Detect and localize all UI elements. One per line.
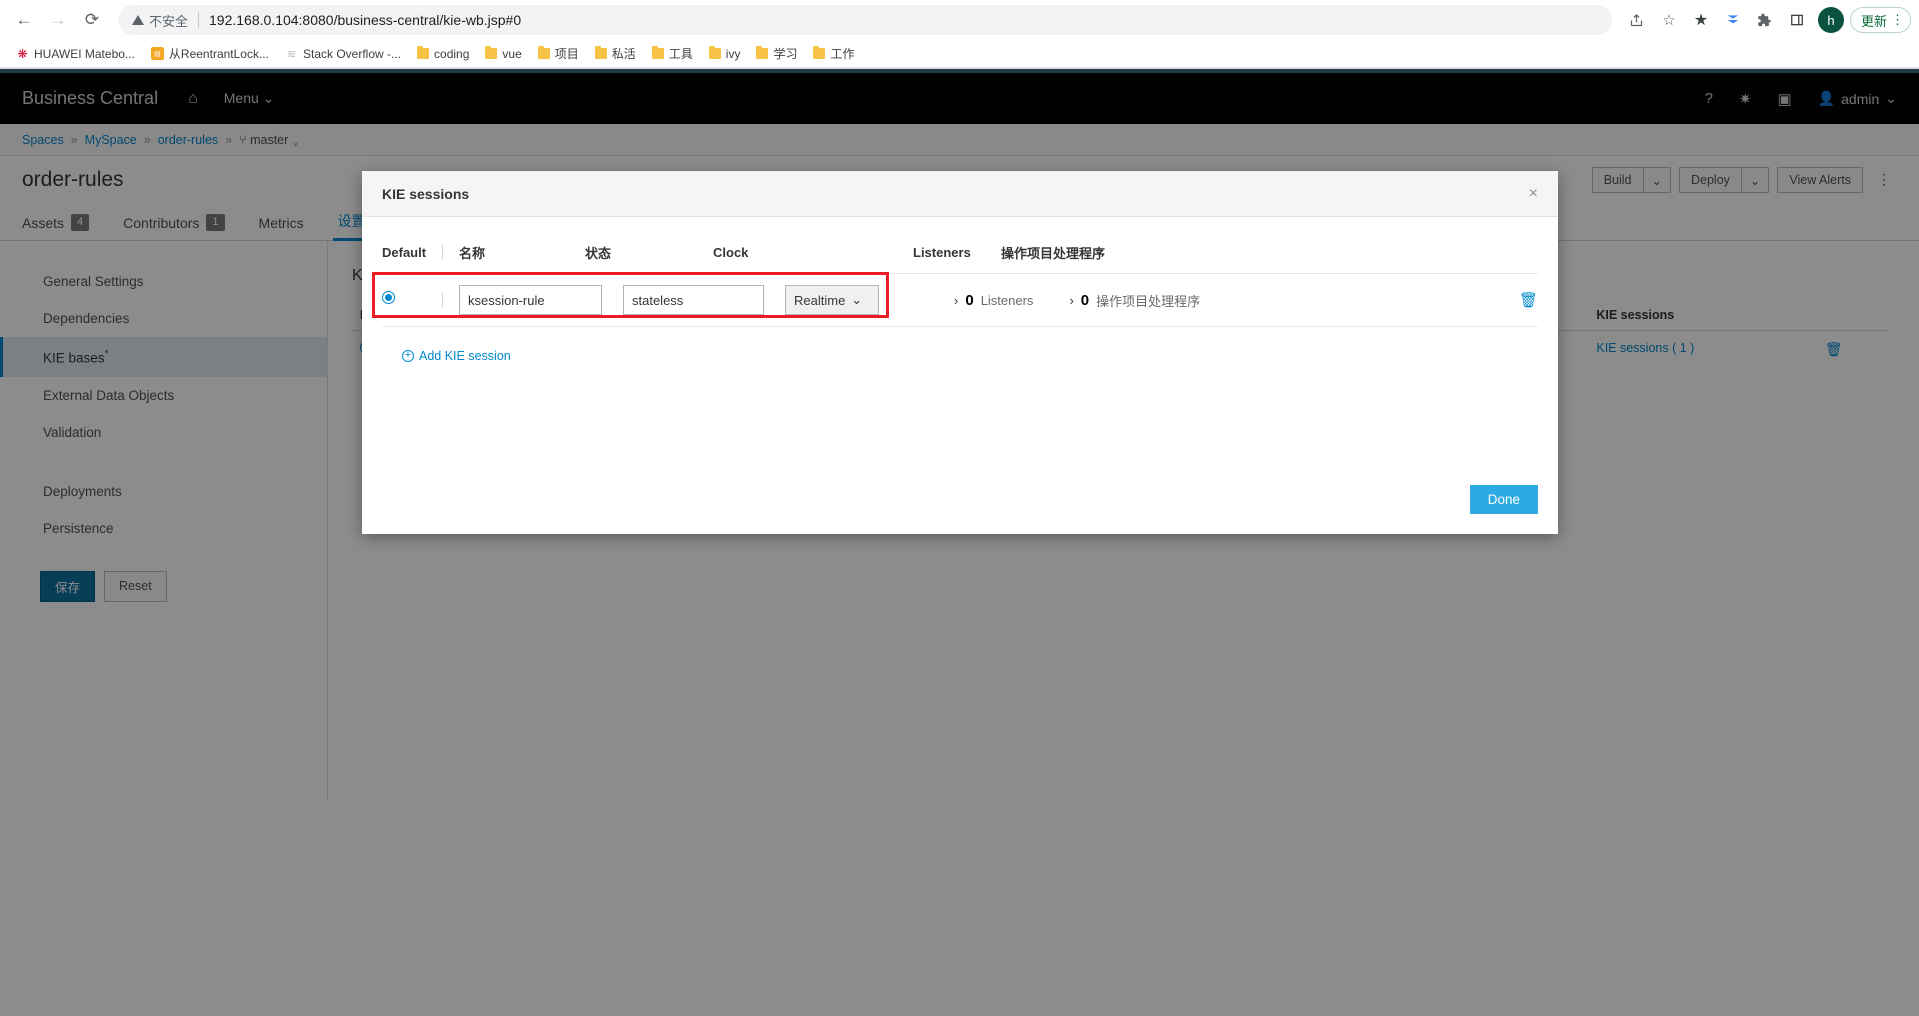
folder-icon — [756, 48, 768, 59]
not-secure-indicator[interactable]: 不安全 — [132, 11, 188, 30]
browser-actions: ☆ ★ h 更新 ⋮ — [1622, 5, 1911, 35]
bookmark-label: 学习 — [773, 45, 797, 62]
add-kie-session-link[interactable]: + Add KIE session — [402, 349, 511, 363]
bookmark-item[interactable]: 项目 — [532, 43, 585, 64]
modal-footer: Done — [362, 467, 1558, 534]
header-name: 名称 — [459, 243, 585, 262]
bookmark-star-icon[interactable]: ☆ — [1654, 5, 1684, 35]
forward-button[interactable]: → — [42, 4, 74, 36]
session-row-divider — [442, 293, 443, 308]
delete-session-trash-icon[interactable]: 🗑 — [1519, 291, 1538, 309]
bookmark-label: Stack Overflow -... — [303, 47, 401, 61]
bookmark-label: 从ReentrantLock... — [169, 45, 269, 62]
done-button[interactable]: Done — [1470, 485, 1538, 514]
modal-spacer — [382, 369, 1538, 457]
chevron-right-icon: › — [954, 293, 958, 308]
add-kie-session-label: Add KIE session — [419, 349, 511, 363]
handlers-count: 0 — [1081, 292, 1089, 309]
bookmark-item[interactable]: 工具 — [646, 43, 699, 64]
business-central-app: Business Central ⌂ Menu ⌄ ? ✷ ▣ 👤 admin … — [0, 69, 1919, 1016]
update-label: 更新 — [1861, 11, 1887, 30]
bookmark-item[interactable]: 私活 — [589, 43, 642, 64]
session-default-cell — [382, 291, 438, 309]
bookmark-item[interactable]: coding — [411, 45, 475, 63]
omnibox-divider — [198, 12, 199, 28]
bookmarks-bar: ❋ HUAWEI Matebo... ▤ 从ReentrantLock... ≋… — [0, 40, 1919, 68]
stackoverflow-icon: ≋ — [285, 47, 298, 60]
session-state-input[interactable] — [623, 285, 764, 315]
header-listeners: Listeners — [913, 245, 1001, 260]
bookmark-label: coding — [434, 47, 469, 61]
downloads-icon[interactable] — [1718, 5, 1748, 35]
reload-icon[interactable]: ⟳ — [76, 4, 108, 36]
close-icon[interactable]: × — [1529, 186, 1538, 202]
bookmark-item[interactable]: 工作 — [807, 43, 860, 64]
url-text: 192.168.0.104:8080/business-central/kie-… — [209, 12, 521, 28]
session-row-left: Realtime ⌄ — [382, 285, 954, 315]
chevron-down-icon: ⌄ — [851, 292, 862, 308]
session-row: Realtime ⌄ › 0 Listeners › 0 操作项目处理程序 🗑 — [382, 274, 1538, 327]
bookmark-label: ivy — [726, 47, 741, 61]
header-divider — [442, 245, 443, 260]
folder-icon — [709, 48, 721, 59]
update-button[interactable]: 更新 ⋮ — [1850, 7, 1911, 33]
add-session-row: + Add KIE session — [382, 327, 1538, 369]
chevron-right-icon: › — [1069, 293, 1073, 308]
session-clock-select[interactable]: Realtime ⌄ — [785, 285, 879, 315]
bookmark-label: vue — [502, 47, 521, 61]
bookmark-label: 工作 — [830, 45, 854, 62]
star-filled-icon[interactable]: ★ — [1686, 5, 1716, 35]
bookmark-label: HUAWEI Matebo... — [34, 47, 135, 61]
kie-sessions-modal: KIE sessions × Default 名称 状态 Clock Liste… — [362, 171, 1558, 534]
browser-chrome: ← → ⟳ 不安全 192.168.0.104:8080/business-ce… — [0, 0, 1919, 69]
folder-icon — [417, 48, 429, 59]
folder-icon — [813, 48, 825, 59]
header-clock: Clock — [713, 245, 913, 260]
plus-icon: + — [402, 350, 414, 362]
modal-body: Default 名称 状态 Clock Listeners 操作项目处理程序 — [362, 217, 1558, 467]
modal-title: KIE sessions — [382, 186, 469, 202]
handlers-expander[interactable]: › 0 操作项目处理程序 — [1069, 291, 1200, 310]
back-button[interactable]: ← — [8, 4, 40, 36]
listeners-label: Listeners — [981, 293, 1034, 308]
bookmark-item[interactable]: 学习 — [750, 43, 803, 64]
bookmark-item[interactable]: ▤ 从ReentrantLock... — [145, 43, 275, 64]
sessions-header-row: Default 名称 状态 Clock Listeners 操作项目处理程序 — [382, 243, 1538, 274]
header-default: Default — [382, 245, 438, 260]
bookmark-label: 工具 — [669, 45, 693, 62]
bookmark-item[interactable]: ≋ Stack Overflow -... — [279, 45, 407, 63]
browser-kebab-icon[interactable]: ⋮ — [1891, 16, 1904, 24]
browser-toolbar: ← → ⟳ 不安全 192.168.0.104:8080/business-ce… — [0, 0, 1919, 40]
bookmark-item[interactable]: ivy — [703, 45, 747, 63]
side-panel-icon[interactable] — [1782, 5, 1812, 35]
folder-icon — [652, 48, 664, 59]
extensions-icon[interactable] — [1750, 5, 1780, 35]
listeners-count: 0 — [965, 292, 973, 309]
profile-avatar[interactable]: h — [1818, 7, 1844, 33]
bookmark-label: 项目 — [555, 45, 579, 62]
folder-icon — [538, 48, 550, 59]
bookmark-item[interactable]: ❋ HUAWEI Matebo... — [10, 45, 141, 63]
session-clock-value: Realtime — [794, 293, 845, 308]
address-bar[interactable]: 不安全 192.168.0.104:8080/business-central/… — [118, 5, 1612, 35]
warning-triangle-icon — [132, 15, 144, 25]
session-default-radio[interactable] — [382, 291, 395, 304]
modal-header: KIE sessions × — [362, 171, 1558, 217]
bookmark-item[interactable]: vue — [479, 45, 527, 63]
folder-icon — [595, 48, 607, 59]
reentrant-icon: ▤ — [151, 47, 164, 60]
share-icon[interactable] — [1622, 5, 1652, 35]
bookmark-label: 私活 — [612, 45, 636, 62]
header-state: 状态 — [585, 243, 713, 262]
listeners-expander[interactable]: › 0 Listeners — [954, 292, 1033, 309]
header-handlers: 操作项目处理程序 — [1001, 243, 1105, 262]
folder-icon — [485, 48, 497, 59]
huawei-icon: ❋ — [16, 47, 29, 60]
security-label: 不安全 — [149, 11, 188, 30]
session-name-input[interactable] — [459, 285, 602, 315]
handlers-label: 操作项目处理程序 — [1096, 291, 1200, 310]
